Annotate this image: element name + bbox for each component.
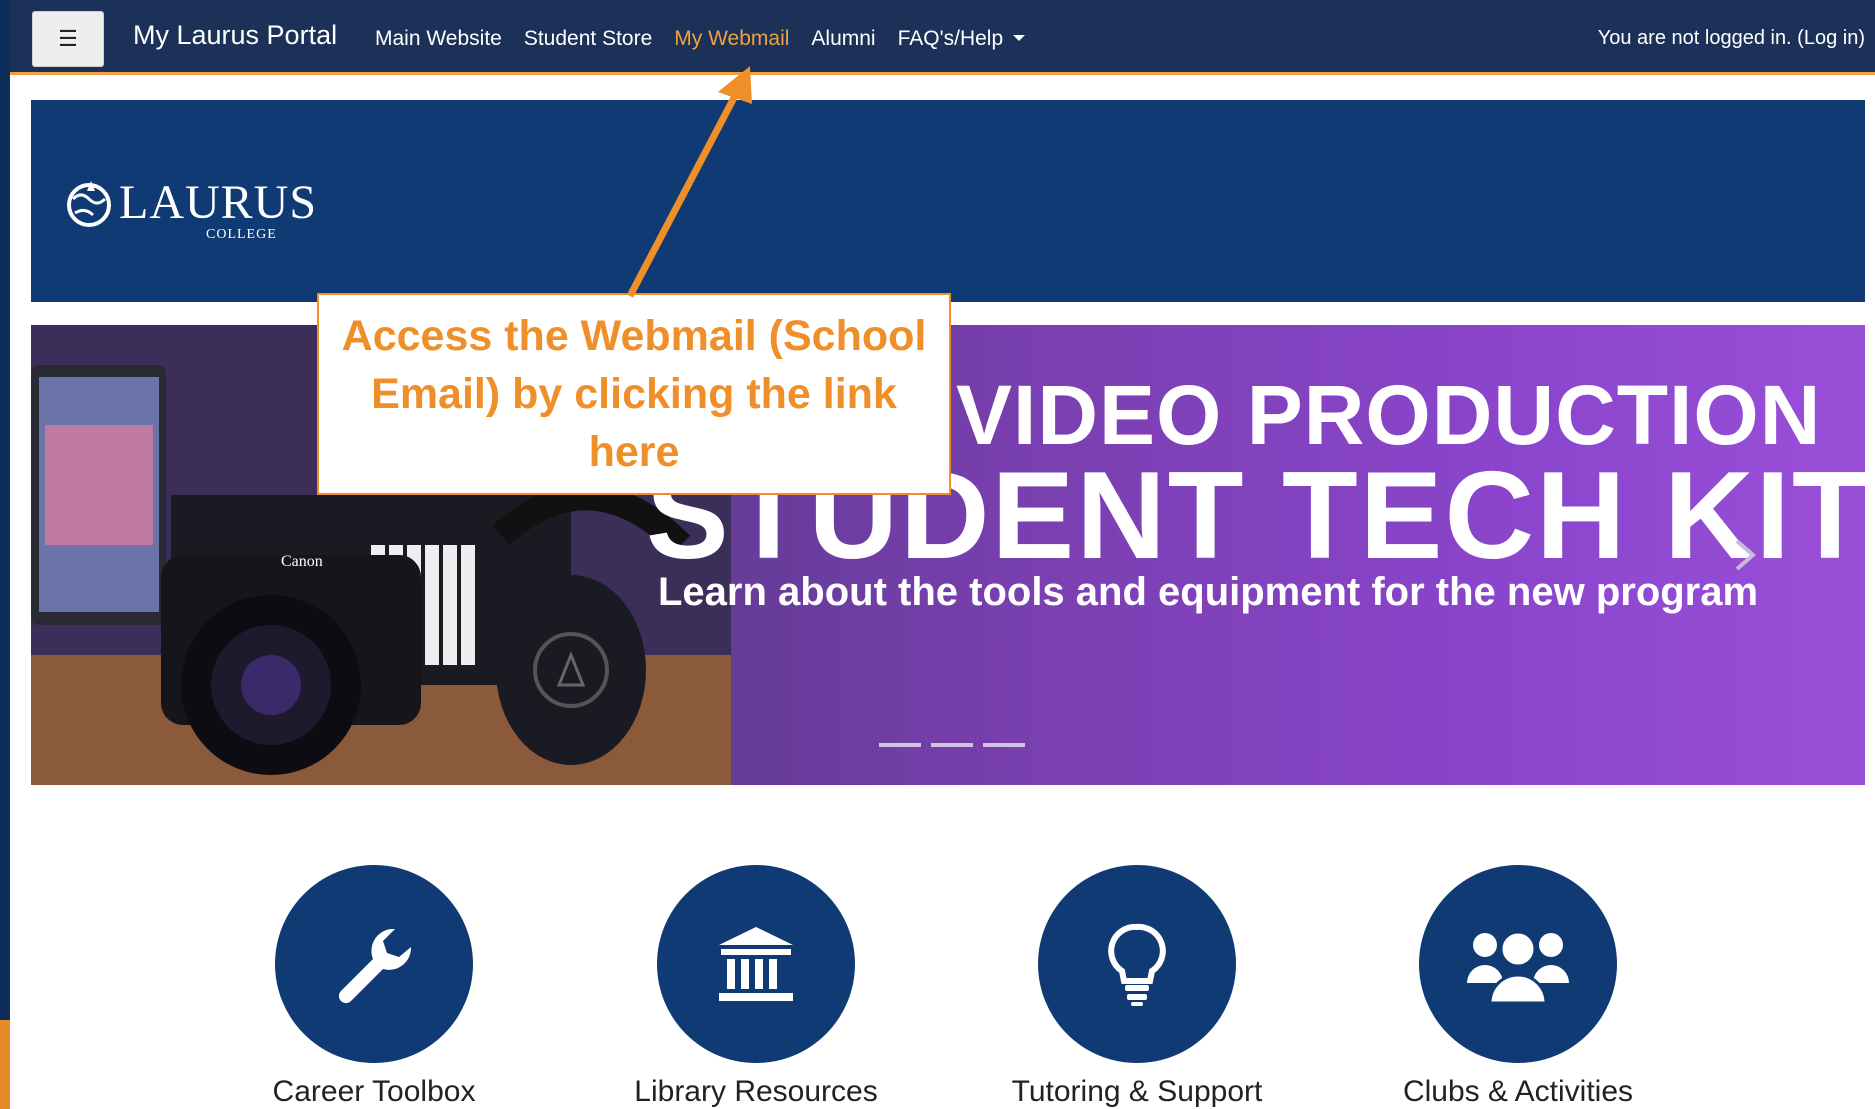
tile-career-toolbox[interactable]: Career Toolbox xyxy=(224,865,524,1109)
carousel-indicators xyxy=(879,743,1025,747)
lightbulb-icon xyxy=(1108,923,1166,1006)
tile-label: Clubs & Activities xyxy=(1402,1075,1634,1108)
tile-circle xyxy=(1419,865,1617,1063)
logo-banner: LAURUS COLLEGE xyxy=(31,100,1865,302)
camera-brand-label: Canon xyxy=(281,553,323,570)
nav-link-student-store[interactable]: Student Store xyxy=(524,27,652,51)
slide-subtitle: Learn about the tools and equipment for … xyxy=(658,570,1759,614)
top-navbar: ☰ My Laurus Portal Main Website Student … xyxy=(10,0,1875,75)
logo-sub: COLLEGE xyxy=(206,227,277,242)
edge-accent xyxy=(0,1020,10,1109)
carousel-indicator[interactable] xyxy=(879,743,921,747)
callout-text: Access the Webmail (School Email) by cli… xyxy=(341,312,927,476)
nav-links: Main Website Student Store My Webmail Al… xyxy=(375,27,1047,51)
group-icon xyxy=(1467,930,1569,1005)
portal-page: ☰ My Laurus Portal Main Website Student … xyxy=(10,0,1875,1109)
nav-link-alumni[interactable]: Alumni xyxy=(811,27,875,51)
tile-label: Career Toolbox xyxy=(272,1075,476,1108)
tile-circle xyxy=(1038,865,1236,1063)
tile-label: Tutoring & Support xyxy=(1011,1075,1263,1108)
logo-name: LAURUS xyxy=(119,176,318,229)
nav-link-my-webmail[interactable]: My Webmail xyxy=(674,27,789,51)
wrench-icon xyxy=(338,929,412,1004)
caret-down-icon xyxy=(1013,35,1026,41)
tile-library-resources[interactable]: Library Resources xyxy=(606,865,906,1109)
globe-icon xyxy=(67,181,111,227)
laurus-logo[interactable]: LAURUS COLLEGE xyxy=(61,155,361,255)
carousel-next-icon[interactable] xyxy=(1731,535,1761,575)
tile-clubs-activities[interactable]: Clubs & Activities xyxy=(1368,865,1668,1109)
nav-link-main-website[interactable]: Main Website xyxy=(375,27,502,51)
nav-link-faq-help-label: FAQ's/Help xyxy=(897,27,1004,50)
nav-link-faq-help[interactable]: FAQ's/Help xyxy=(898,27,1026,51)
tile-circle xyxy=(657,865,855,1063)
library-icon xyxy=(719,927,793,1001)
tile-label: Library Resources xyxy=(634,1075,878,1108)
tile-tutoring-support[interactable]: Tutoring & Support xyxy=(987,865,1287,1109)
carousel-indicator[interactable] xyxy=(983,743,1025,747)
carousel-indicator[interactable] xyxy=(931,743,973,747)
hamburger-icon[interactable]: ☰ xyxy=(32,11,104,67)
webmail-callout: Access the Webmail (School Email) by cli… xyxy=(317,293,951,495)
site-brand[interactable]: My Laurus Portal xyxy=(133,20,337,51)
tile-circle xyxy=(275,865,473,1063)
login-status[interactable]: You are not logged in. (Log in) xyxy=(1598,27,1865,50)
